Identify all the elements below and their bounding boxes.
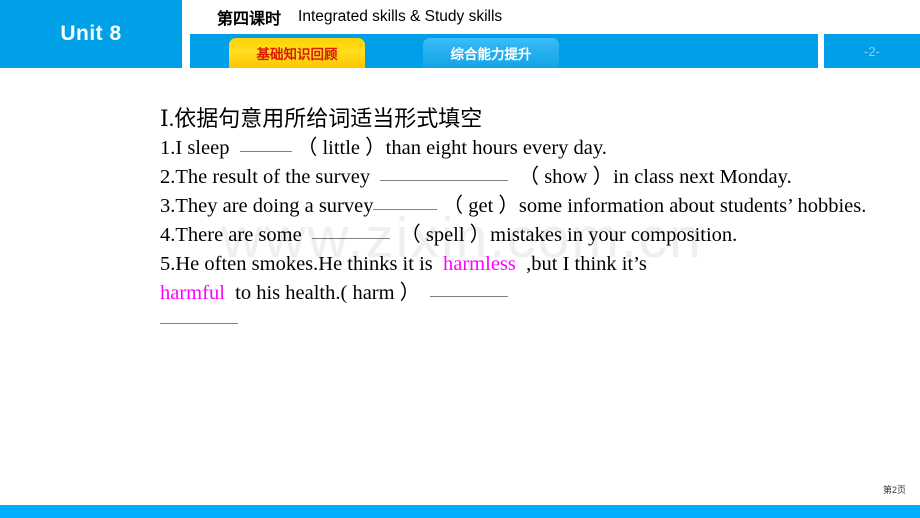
tab-bar: 基础知识回顾 综合能力提升: [190, 34, 818, 68]
question-item: 5.He often smokes.He thinks it is harmle…: [160, 250, 920, 308]
question-text-after: （ show ）in class next Monday.: [518, 165, 792, 188]
question-number: 2.: [160, 165, 176, 188]
page-indicator-label: -2-: [864, 43, 880, 59]
question-text-before: He often smokes.He thinks it is: [175, 253, 433, 276]
slide-root: Unit 8 第四课时 Integrated skills & Study sk…: [0, 0, 920, 518]
tab-comprehensive-improve[interactable]: 综合能力提升: [423, 38, 559, 68]
answer-blank[interactable]: [373, 194, 438, 210]
question-text-before: I sleep: [175, 136, 230, 159]
question-number: 1.: [160, 136, 176, 159]
slide-header: Unit 8 第四课时 Integrated skills & Study sk…: [0, 0, 920, 70]
question-text-before: They are doing a survey: [175, 194, 374, 217]
question-item: 4.There are some （ spell ）mistakes in yo…: [160, 221, 920, 250]
question-text-before: The result of the survey: [175, 165, 371, 188]
question-text-before: There are some: [175, 224, 302, 247]
question-item: 2.The result of the survey （ show ）in cl…: [160, 163, 920, 192]
answer-blank[interactable]: [160, 308, 238, 325]
answer-blank[interactable]: [430, 281, 509, 298]
lesson-title-cn: 第四课时: [217, 11, 282, 28]
question-text-after: （ spell ）mistakes in your composition.: [400, 224, 738, 247]
question-text-after: （ get ）some information about students’ …: [442, 194, 867, 217]
question-number: 4.: [160, 224, 176, 247]
footer-page-label: 第2页: [882, 485, 906, 495]
question-text-mid: ,but I think it’s: [526, 253, 647, 276]
question-item: 1.I sleep （ little ）than eight hours eve…: [160, 134, 920, 163]
answer-filled: harmless: [443, 253, 516, 276]
title-row: 第四课时 Integrated skills & Study skills: [190, 0, 920, 34]
answer-blank[interactable]: [239, 136, 292, 152]
question-number: 3.: [160, 194, 176, 217]
footer-bar: [0, 505, 920, 518]
answer-blank[interactable]: [311, 223, 390, 240]
question-text-after: （ little ）than eight hours every day.: [296, 136, 607, 159]
unit-badge: Unit 8: [0, 0, 182, 68]
question-text-after: to his health.( harm ）: [235, 282, 421, 305]
lesson-title-en: Integrated skills & Study skills: [298, 8, 503, 25]
tab-basics-review[interactable]: 基础知识回顾: [229, 38, 365, 68]
slide-content: Ⅰ.依据句意用所给词适当形式填空 1.I sleep （ little ）tha…: [0, 104, 920, 342]
tab-basics-review-label: 基础知识回顾: [256, 47, 338, 62]
trailing-blank-row: [160, 308, 920, 342]
tab-comprehensive-improve-label: 综合能力提升: [450, 47, 532, 62]
answer-filled: harmful: [160, 282, 225, 305]
page-indicator-block: -2-: [824, 34, 920, 68]
exercise-heading: Ⅰ.依据句意用所给词适当形式填空: [160, 106, 483, 131]
question-item: 3.They are doing a survey （ get ）some in…: [160, 192, 920, 221]
unit-label: Unit 8: [60, 22, 122, 45]
question-number: 5.: [160, 253, 176, 276]
answer-blank[interactable]: [380, 165, 509, 181]
